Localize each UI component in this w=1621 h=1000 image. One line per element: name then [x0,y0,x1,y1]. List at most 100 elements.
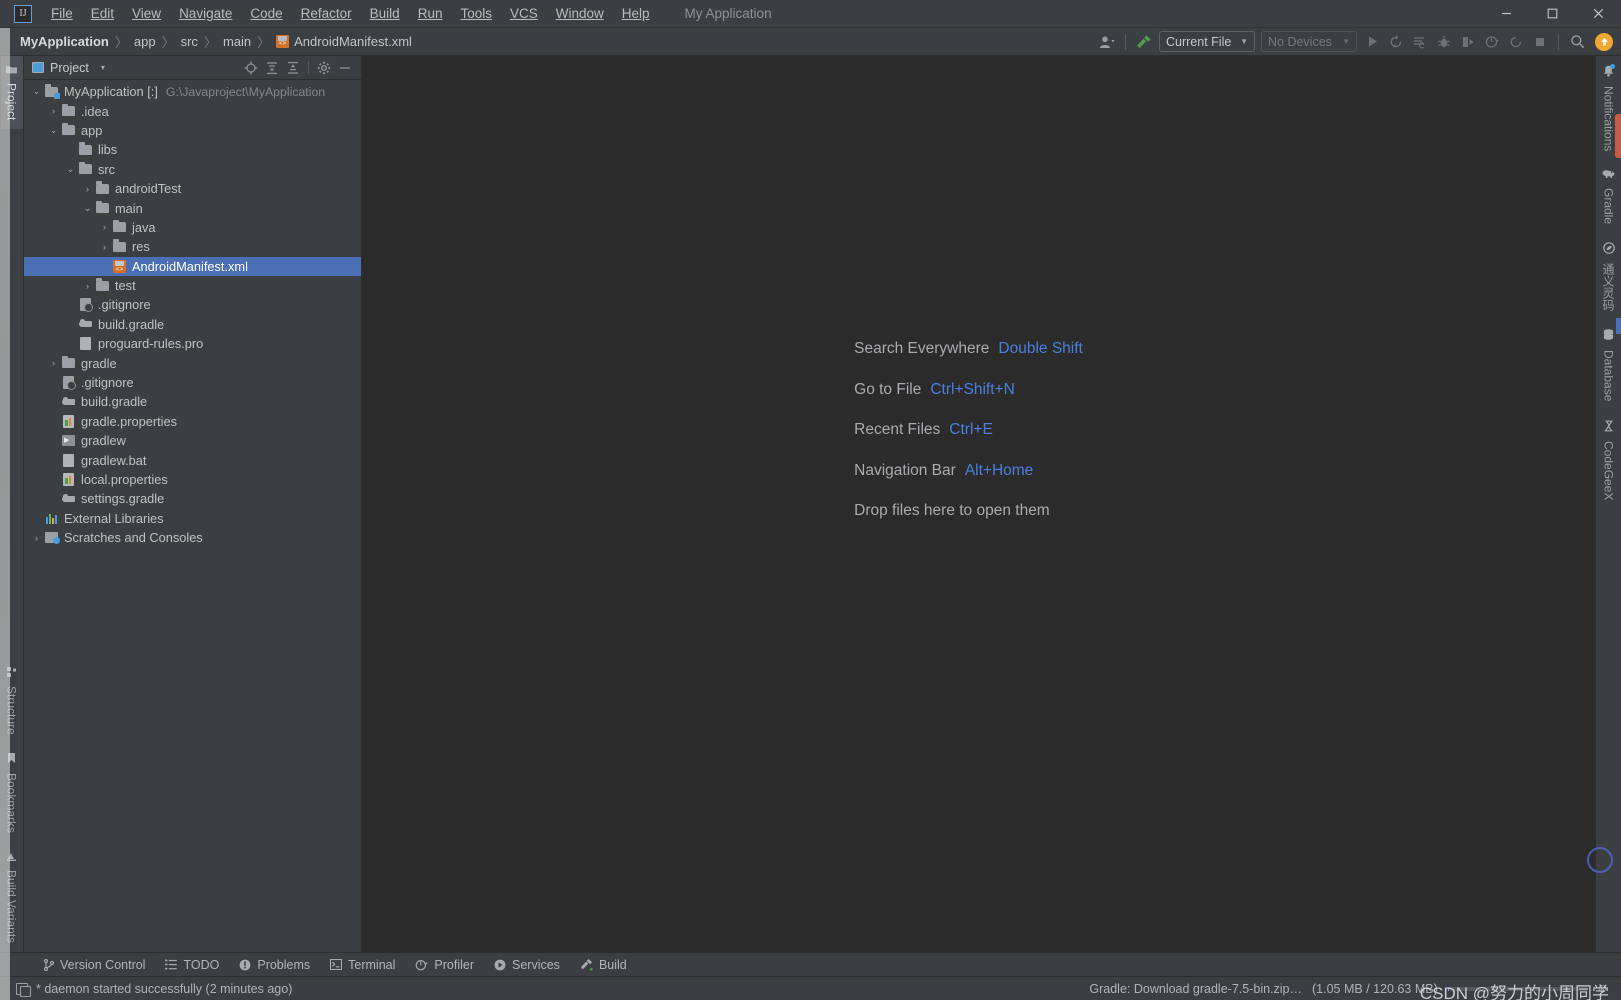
tree-node[interactable]: ⌄ src [24,160,361,179]
chevron-right-icon[interactable]: › [64,319,77,329]
chevron-right-icon[interactable]: › [47,455,60,465]
menu-item-window[interactable]: Window [547,3,613,24]
breadcrumb-item-src[interactable]: src [177,32,202,51]
tree-node[interactable]: › androidTest [24,179,361,198]
run-configuration-selector[interactable]: Current File ▼ [1159,31,1255,52]
chevron-right-icon[interactable]: › [64,339,77,349]
tree-node[interactable]: › libs [24,140,361,159]
chevron-down-icon[interactable]: ⌄ [81,203,94,214]
chevron-right-icon[interactable]: › [98,261,111,271]
select-opened-file-icon[interactable] [241,58,261,78]
close-button[interactable] [1575,0,1621,28]
project-tree[interactable]: ⌄ MyApplication [:] G:\Javaproject\MyAppli… [24,80,361,952]
tree-node[interactable]: › gradle.properties [24,412,361,431]
chevron-right-icon[interactable]: › [81,184,94,194]
tool-window-services[interactable]: Services [484,956,570,974]
sidebar-tab-build-variants[interactable]: Build Variants [1,842,23,952]
tool-window-todo[interactable]: TODO [155,956,229,974]
search-icon[interactable] [1565,31,1589,53]
minimize-button[interactable] [1483,0,1529,28]
breadcrumb-item-main[interactable]: main [219,32,255,51]
menu-item-file[interactable]: File [42,3,82,24]
chevron-down-icon[interactable]: ⌄ [64,164,77,175]
tree-node-selected[interactable]: › AndroidManifest.xml [24,256,361,276]
chevron-right-icon[interactable]: › [47,416,60,426]
tree-node[interactable]: › java [24,218,361,237]
user-avatar-icon[interactable] [1095,31,1119,53]
apply-changes-icon[interactable] [1504,31,1528,53]
menu-item-view[interactable]: View [123,3,170,24]
chevron-right-icon[interactable]: › [47,378,60,388]
tool-window-problems[interactable]: Problems [229,956,320,974]
run-with-coverage-icon[interactable] [1408,31,1432,53]
attach-debugger-icon[interactable] [1456,31,1480,53]
tree-node[interactable]: › build.gradle [24,315,361,334]
chevron-right-icon[interactable]: › [47,475,60,485]
editor-hint-shortcut[interactable]: Ctrl+E [949,421,993,439]
cancel-task-icon[interactable]: ⊗ [1598,982,1607,995]
chevron-right-icon[interactable]: › [64,145,77,155]
tree-node[interactable]: › gradlew.bat [24,450,361,469]
maximize-button[interactable] [1529,0,1575,28]
tool-window-profiler[interactable]: Profiler [405,956,484,974]
tree-node[interactable]: › gradlew [24,431,361,450]
run-icon[interactable] [1360,31,1384,53]
chevron-right-icon[interactable]: › [30,513,43,523]
sidebar-tab-structure[interactable]: Structure [1,658,23,744]
menu-item-tools[interactable]: Tools [451,3,501,24]
menu-item-navigate[interactable]: Navigate [170,3,241,24]
tool-window-terminal[interactable]: Terminal [320,956,405,974]
breadcrumb-item-project[interactable]: MyApplication [16,32,113,51]
editor-hint-shortcut[interactable]: Alt+Home [965,462,1034,480]
chevron-right-icon[interactable]: › [47,358,60,368]
tree-node[interactable]: › local.properties [24,470,361,489]
sidebar-tab-tongyi[interactable]: 通义灵码 [1596,233,1621,320]
menu-item-build[interactable]: Build [361,3,409,24]
breadcrumb-item-file[interactable]: AndroidManifest.xml [272,32,416,51]
menu-item-code[interactable]: Code [241,3,291,24]
tree-node[interactable]: › gradle [24,353,361,372]
sidebar-tab-codegeex[interactable]: CodeGeeX [1598,411,1620,509]
breadcrumb-item-app[interactable]: app [130,32,160,51]
menu-item-vcs[interactable]: VCS [501,3,547,24]
tree-node[interactable]: › .gitignore [24,373,361,392]
build-hammer-icon[interactable] [1132,31,1156,53]
sidebar-tab-project[interactable]: Project [0,56,23,130]
chevron-right-icon[interactable]: › [47,106,60,116]
chevron-right-icon[interactable]: › [98,222,111,232]
project-panel-title[interactable]: Project ▾ [32,61,105,75]
tree-node[interactable]: › .idea [24,101,361,120]
editor-hint-shortcut[interactable]: Double Shift [998,340,1082,358]
chevron-right-icon[interactable]: › [81,281,94,291]
tree-node[interactable]: › .gitignore [24,295,361,314]
chevron-right-icon[interactable]: › [98,242,111,252]
editor-hint-shortcut[interactable]: Ctrl+Shift+N [930,381,1014,399]
chevron-right-icon[interactable]: › [47,494,60,504]
tool-window-version-control[interactable]: Version Control [34,956,155,974]
device-selector[interactable]: No Devices ▼ [1261,31,1357,52]
tree-node[interactable]: ⌄ MyApplication [:] G:\Javaproject\MyAppli… [24,82,361,101]
tree-node[interactable]: ⌄ app [24,121,361,140]
rerun-icon[interactable]: A [1384,31,1408,53]
chevron-right-icon[interactable]: › [30,533,43,543]
menu-item-run[interactable]: Run [409,3,452,24]
menu-item-refactor[interactable]: Refactor [292,3,361,24]
tree-node[interactable]: ⌄ main [24,198,361,217]
debug-icon[interactable] [1432,31,1456,53]
profile-icon[interactable] [1480,31,1504,53]
tree-node[interactable]: › build.gradle [24,392,361,411]
chevron-right-icon[interactable]: › [47,436,60,446]
collapse-all-icon[interactable] [283,58,303,78]
tree-node[interactable]: › res [24,237,361,256]
chevron-down-icon[interactable]: ⌄ [30,86,43,97]
sidebar-tab-gradle[interactable]: Gradle [1598,160,1620,233]
expand-all-icon[interactable] [262,58,282,78]
tree-node[interactable]: › settings.gradle [24,489,361,508]
stop-icon[interactable] [1528,31,1552,53]
hide-panel-icon[interactable] [335,58,355,78]
event-log-icon[interactable] [16,982,31,997]
chevron-right-icon[interactable]: › [47,397,60,407]
menu-item-help[interactable]: Help [613,3,659,24]
tree-node[interactable]: › Scratches and Consoles [24,528,361,547]
settings-gear-icon[interactable] [314,58,334,78]
